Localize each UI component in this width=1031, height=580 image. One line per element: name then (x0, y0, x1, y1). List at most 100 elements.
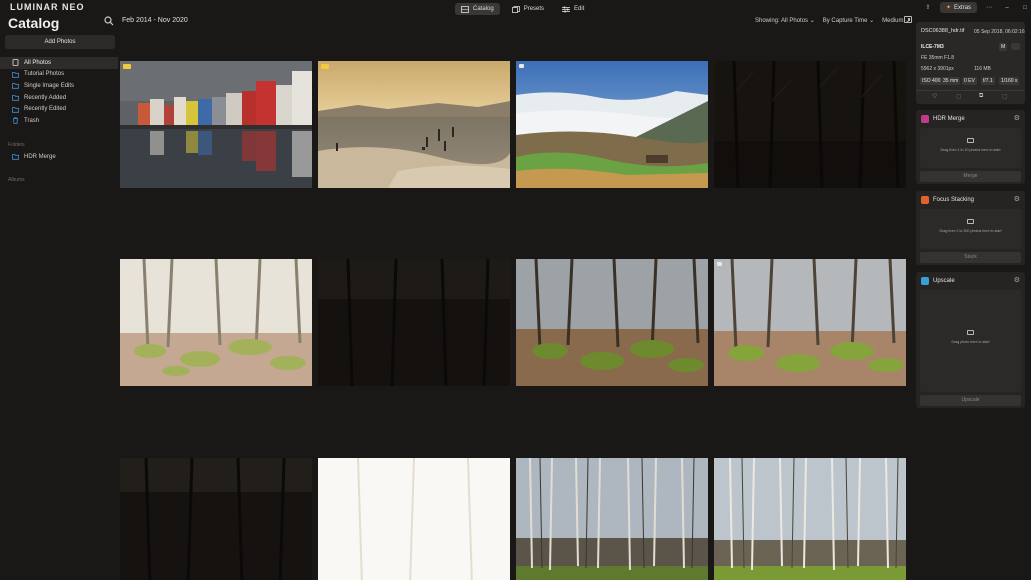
shutter-speed: 1/160 s (999, 77, 1020, 85)
help-icon[interactable]: ⋯ (983, 4, 995, 11)
extras-button[interactable]: ✦ Extras (940, 2, 978, 13)
upscale-button[interactable]: Upscale (920, 395, 1021, 406)
focus-stacking-hint: Drag from 2 to 300 photos here to start (939, 229, 1002, 233)
sidebar-item-tutorial-photos[interactable]: Tutorial Photos (0, 69, 118, 81)
raw-icon (1011, 43, 1020, 50)
left-sidebar: Add Photos All Photos Tutorial Photos Si… (0, 32, 118, 580)
edited-badge-icon (123, 64, 131, 69)
minimize-icon[interactable]: – (1001, 5, 1013, 11)
hdr-merge-title: HDR Merge (933, 116, 965, 122)
heart-icon[interactable]: ♡ (932, 93, 937, 100)
photo-thumbnail[interactable] (516, 259, 708, 386)
sort-dropdown[interactable]: By Capture Time ⌄ (823, 17, 874, 24)
sidebar-item-recently-added[interactable]: Recently Added (0, 92, 118, 104)
photo-thumbnail[interactable] (318, 458, 510, 580)
upscale-header: Upscale (921, 277, 955, 285)
photo-birch-forest (516, 458, 708, 580)
stack-button[interactable]: Stack (920, 252, 1021, 263)
sidebar-item-label: Recently Edited (24, 106, 67, 113)
upscale-drop-zone[interactable]: Drag photo here to start (920, 290, 1021, 392)
camera-model: ILCE-7M3 (921, 44, 944, 50)
sidebar-item-recently-edited[interactable]: Recently Edited (0, 103, 118, 115)
image-dimensions: 5962 x 3901px (921, 66, 954, 72)
top-bar: LUMINAR NEO Catalog Feb 2014 - Nov 2020 … (0, 0, 1031, 32)
view-options: Showing: All Photos ⌄ By Capture Time ⌄ … (755, 17, 910, 24)
edited-badge-icon (321, 64, 329, 69)
photo-thumbnail[interactable] (120, 61, 312, 188)
tab-edit-label: Edit (574, 6, 585, 12)
photo-beach-sunset (318, 61, 510, 188)
upscale-panel: Upscale ⚙ Drag photo here to start Upsca… (916, 272, 1025, 408)
window-controls: ⇧ ✦ Extras ⋯ – □ ✕ (922, 2, 1031, 13)
folder-icon (12, 71, 19, 78)
maximize-icon[interactable]: □ (1019, 5, 1031, 11)
sidebar-item-single-image-edits[interactable]: Single Image Edits (0, 80, 118, 92)
photo-thumbnail[interactable] (714, 259, 906, 386)
focus-stacking-panel: Focus Stacking ⚙ Drag from 2 to 300 phot… (916, 191, 1025, 265)
photo-mossy-forest (516, 259, 708, 386)
albums-section-label: Albums (8, 177, 25, 183)
photo-thumbnail[interactable] (318, 259, 510, 386)
info-icon[interactable]: ▢ (1002, 93, 1008, 100)
gear-icon[interactable]: ⚙ (1014, 195, 1020, 203)
tab-catalog-label: Catalog (473, 6, 494, 12)
mode-tabs: Catalog Presets Edit (455, 3, 590, 15)
folders-section-label: Folders (8, 142, 25, 148)
folder-icon (12, 83, 19, 90)
photo-grid (120, 61, 907, 580)
focus-stacking-header: Focus Stacking (921, 196, 974, 204)
photo-thumbnail[interactable] (714, 61, 906, 188)
photo-overexposed-forest (318, 458, 510, 580)
photo-birch-forest (714, 458, 906, 580)
photo-thumbnail[interactable] (516, 458, 708, 580)
capture-date: 05 Sep 2018, 06:02:16 (974, 29, 1025, 35)
add-photos-button[interactable]: Add Photos (5, 35, 115, 49)
focus-stacking-drop-zone[interactable]: Drag from 2 to 300 photos here to start (920, 209, 1021, 249)
folder-icon (12, 95, 19, 101)
photo-foggy-valley (516, 61, 708, 188)
gear-icon[interactable]: ⚙ (1014, 114, 1020, 122)
photo-thumbnail[interactable] (318, 61, 510, 188)
aperture-value: f/7.1 (981, 77, 995, 85)
sidebar-item-all-photos[interactable]: All Photos (0, 57, 118, 69)
photo-thumbnail[interactable] (120, 259, 312, 386)
folder-icon (12, 154, 19, 160)
upscale-title: Upscale (933, 278, 955, 284)
edit-icon (562, 6, 571, 12)
photo-dark-forest (120, 458, 312, 580)
hdr-merge-drop-zone[interactable]: Drag from 1 to 10 photos here to start (920, 128, 1021, 168)
focus-stacking-logo-icon (921, 196, 929, 204)
sidebar-item-label: Recently Added (24, 94, 67, 101)
tab-edit[interactable]: Edit (556, 3, 590, 15)
reject-icon[interactable]: ▢ (956, 93, 962, 100)
sparkle-icon: ✦ (946, 5, 952, 11)
tab-presets-label: Presets (523, 6, 545, 12)
gear-icon[interactable]: ⚙ (1014, 276, 1020, 284)
share-icon[interactable]: ⇧ (922, 4, 934, 11)
tab-catalog[interactable]: Catalog (455, 3, 500, 15)
photo-thumbnail[interactable] (516, 61, 708, 188)
focus-stacking-title: Focus Stacking (933, 197, 975, 203)
hdr-merge-hint: Drag from 1 to 10 photos here to start (940, 148, 1001, 152)
showing-filter-dropdown[interactable]: Showing: All Photos ⌄ (755, 17, 815, 24)
page-title: Catalog (8, 15, 60, 31)
sidebar-item-label: Single Image Edits (24, 82, 75, 89)
merge-button[interactable]: Merge (920, 171, 1021, 182)
sidebar-item-trash[interactable]: Trash (0, 115, 118, 127)
copy-icon[interactable]: ⧉ (979, 93, 983, 100)
photos-icon (967, 219, 974, 224)
upscale-hint: Drag photo here to start (951, 340, 990, 344)
sidebar-toggle-icon[interactable] (904, 16, 912, 23)
search-icon[interactable] (104, 16, 114, 26)
app-logo: LUMINAR NEO (10, 2, 85, 12)
focal-length: 35 mm (941, 77, 961, 85)
sidebar-folder-hdr-merge[interactable]: HDR Merge (0, 151, 118, 163)
lens-model: FE 35mm F1.8 (921, 55, 955, 61)
trash-icon (13, 117, 18, 125)
sidebar-item-label: Tutorial Photos (24, 71, 65, 78)
photo-harbor-houses (120, 61, 312, 188)
photo-thumbnail[interactable] (714, 458, 906, 580)
all-photos-icon (12, 59, 19, 67)
photo-thumbnail[interactable] (120, 458, 312, 580)
tab-presets[interactable]: Presets (506, 3, 550, 15)
